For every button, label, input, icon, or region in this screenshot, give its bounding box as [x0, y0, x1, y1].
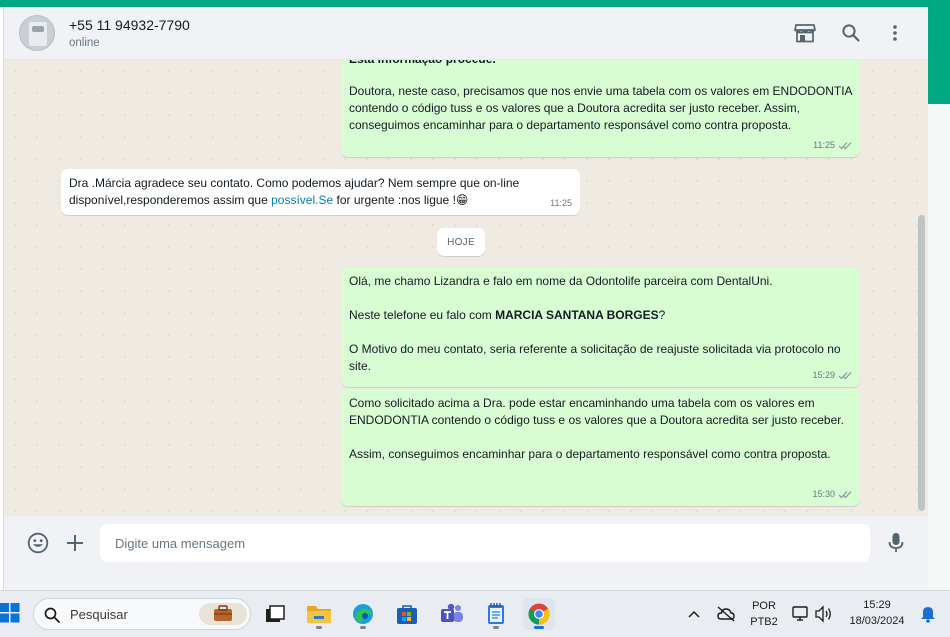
message-meta: 15:29 — [812, 367, 852, 384]
message-text: Doutora, neste caso, precisamos que nos … — [349, 84, 856, 132]
read-ticks-icon — [838, 142, 852, 150]
message-incoming[interactable]: Dra .Márcia agradece seu contato. Como p… — [61, 169, 580, 215]
windows-start-icon[interactable] — [0, 603, 20, 625]
message-time: 15:30 — [812, 489, 835, 499]
volume-icon[interactable] — [813, 598, 835, 630]
message-outgoing[interactable]: Esta informação procede. Doutora, neste … — [341, 60, 860, 157]
speaker-svg — [815, 605, 831, 623]
chrome-svg — [528, 603, 550, 625]
grinning-emoji: 😁 — [455, 193, 469, 207]
chat-header[interactable]: +55 11 94932-7790 online — [4, 7, 928, 60]
message-text: Neste telefone eu falo com MARCIA SANTAN… — [349, 307, 852, 324]
notification-bell-icon[interactable] — [917, 598, 939, 630]
input-language-line1[interactable]: POR — [748, 600, 780, 612]
windows-taskbar: Pesquisar POR PTB2 15:29 18/03/2024 — [0, 590, 950, 637]
edge-icon[interactable] — [347, 598, 379, 630]
message-text: Como solicitado acima a Dra. pode estar … — [349, 396, 844, 427]
running-indicator — [360, 626, 366, 629]
message-text: Olá, me chamo Lizandra e falo em nome da… — [349, 274, 773, 288]
menu-icon-svg — [893, 25, 897, 41]
emoji-icon[interactable] — [26, 531, 50, 555]
running-indicator — [316, 626, 322, 629]
attach-plus-icon[interactable] — [63, 531, 87, 555]
compose-bar — [4, 516, 928, 570]
active-indicator — [534, 626, 544, 629]
search-icon[interactable] — [839, 21, 863, 45]
microsoft-store-icon[interactable] — [391, 598, 423, 630]
show-hidden-icons-chevron-icon[interactable] — [683, 598, 705, 630]
teams-svg — [441, 603, 463, 622]
file-explorer-icon[interactable] — [303, 598, 335, 630]
message-time: 15:29 — [812, 370, 835, 380]
taskbar-clock-date[interactable]: 18/03/2024 — [842, 615, 912, 627]
edge-svg — [353, 604, 373, 624]
task-view-icon[interactable] — [259, 598, 291, 630]
message-input[interactable] — [100, 524, 870, 562]
message-meta: 15:30 — [812, 486, 852, 503]
catalog-icon[interactable] — [793, 21, 817, 45]
avatar[interactable] — [19, 15, 55, 51]
message-text-partial: Esta informação procede. — [349, 60, 852, 68]
message-link[interactable]: possível.Se — [271, 193, 333, 207]
network-svg — [792, 606, 808, 621]
search-highlight-icon[interactable] — [199, 603, 247, 625]
task-view-svg — [266, 605, 285, 622]
folder-svg — [307, 606, 331, 623]
bell-svg — [921, 607, 935, 623]
message-text: Assim, conseguimos encaminhar para o dep… — [349, 447, 831, 461]
message-text-part: Neste telefone eu falo com — [349, 308, 496, 322]
input-language-line2[interactable]: PTB2 — [748, 616, 780, 628]
briefcase-icon — [214, 605, 232, 621]
windows-logo-svg — [0, 603, 20, 623]
search-icon-svg — [842, 24, 860, 42]
search-icon — [44, 607, 60, 623]
taskbar-search-placeholder: Pesquisar — [70, 607, 128, 622]
chat-messages-panel[interactable]: Esta informação procede. Doutora, neste … — [4, 60, 928, 516]
taskbar-search[interactable]: Pesquisar — [33, 598, 251, 630]
teams-icon[interactable] — [436, 598, 468, 630]
avatar-image-detail — [32, 26, 44, 32]
message-text: O Motivo do meu contato, seria referente… — [349, 342, 844, 373]
day-separator: HOJE — [437, 228, 485, 256]
catalog-icon-svg — [794, 24, 816, 43]
message-text: Dra .Márcia agradece seu contato. Como p… — [69, 175, 572, 209]
contact-name[interactable]: +55 11 94932-7790 — [69, 17, 190, 33]
read-ticks-icon — [838, 372, 852, 380]
cloud-off-icon — [717, 606, 735, 622]
emoji-icon-svg — [27, 532, 49, 554]
message-bold-name: MARCIA SANTANA BORGES — [495, 308, 659, 322]
store-svg — [397, 605, 417, 624]
microphone-icon[interactable] — [884, 531, 908, 555]
running-indicator — [493, 626, 499, 629]
scrollbar-thumb[interactable] — [918, 215, 925, 511]
message-outgoing[interactable]: Olá, me chamo Lizandra e falo em nome da… — [341, 267, 860, 387]
message-time: 11:25 — [813, 140, 835, 150]
message-meta: 11:25 — [550, 195, 572, 212]
whatsapp-window: +55 11 94932-7790 online Doutora, neste … — [4, 7, 928, 570]
network-icon[interactable] — [790, 598, 812, 630]
read-ticks-icon — [838, 491, 852, 499]
onedrive-offline-icon[interactable] — [714, 598, 738, 630]
window-top-accent — [0, 0, 950, 7]
taskbar-clock-time[interactable]: 15:29 — [842, 599, 912, 611]
notepad-icon[interactable] — [480, 598, 512, 630]
chevron-up-icon — [688, 610, 700, 618]
message-meta: 11:25 — [813, 137, 852, 154]
message-text-part: ? — [658, 308, 666, 322]
notepad-svg — [488, 603, 504, 624]
message-outgoing[interactable]: Como solicitado acima a Dra. pode estar … — [341, 389, 860, 506]
microphone-icon-svg — [888, 533, 904, 552]
message-time: 11:25 — [550, 198, 572, 208]
background-window-accent — [928, 7, 950, 104]
chrome-icon[interactable] — [523, 598, 555, 630]
contact-status: online — [69, 37, 100, 49]
menu-icon[interactable] — [883, 21, 907, 45]
background-window — [928, 104, 950, 590]
message-text-part: for urgente :nos ligue ! — [333, 193, 456, 207]
plus-icon-svg — [67, 535, 83, 551]
